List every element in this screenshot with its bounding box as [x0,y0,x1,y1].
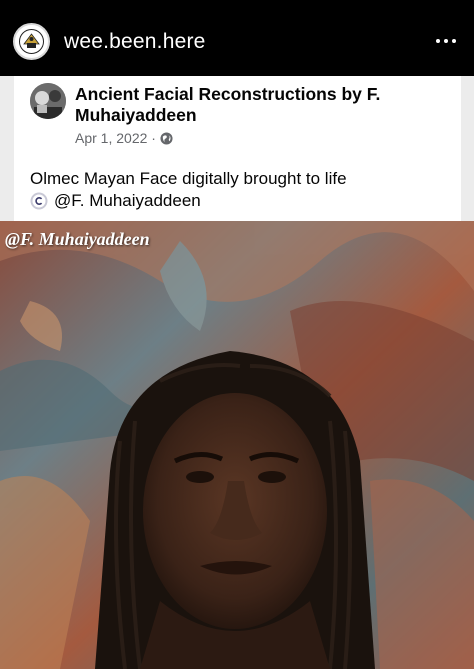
credit-line: @F. Muhaiyaddeen [30,190,347,212]
portrait-image [0,221,474,669]
post-card: Ancient Facial Reconstructions by F. Muh… [0,76,474,221]
more-dots-icon[interactable] [434,33,458,49]
post-credit: @F. Muhaiyaddeen [54,191,201,210]
post-text: Olmec Mayan Face digitally brought to li… [30,168,347,212]
post-caption: Olmec Mayan Face digitally brought to li… [30,169,347,188]
page-name[interactable]: Ancient Facial Reconstructions by F. Muh… [75,84,405,126]
globe-icon [160,131,173,145]
post-card-body: Ancient Facial Reconstructions by F. Muh… [14,76,461,221]
photo-watermark: @F. Muhaiyaddeen [5,229,150,249]
top-bar: wee.been.here [0,0,474,76]
profile-avatar[interactable] [13,23,50,60]
post-photo[interactable]: @F. Muhaiyaddeen [0,221,474,669]
page-avatar[interactable] [30,83,66,119]
account-username[interactable]: wee.been.here [64,30,206,54]
copyright-icon [30,192,48,210]
post-date[interactable]: Apr 1, 2022 · [75,130,156,146]
post-meta: Apr 1, 2022 · [75,130,173,146]
